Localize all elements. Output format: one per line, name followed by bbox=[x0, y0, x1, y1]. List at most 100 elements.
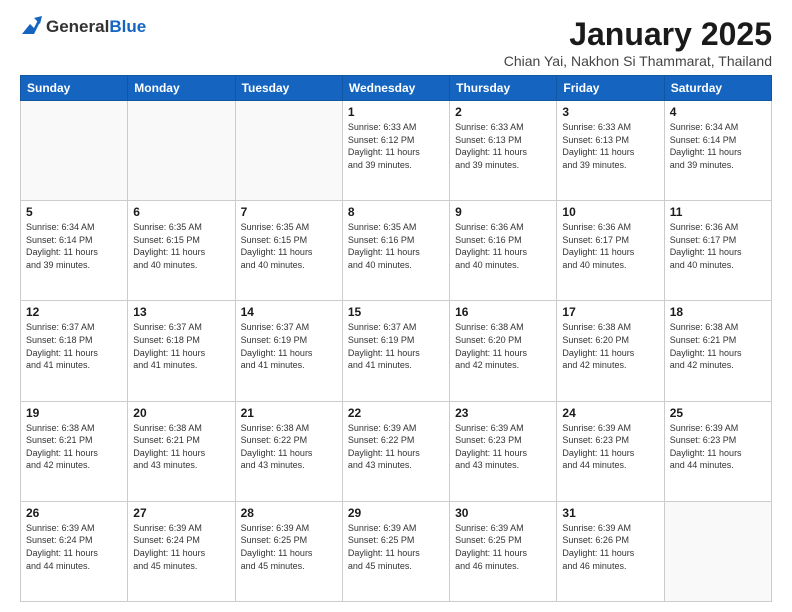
day-number: 16 bbox=[455, 305, 551, 319]
day-cell bbox=[128, 101, 235, 201]
day-number: 24 bbox=[562, 406, 658, 420]
day-number: 31 bbox=[562, 506, 658, 520]
day-info: Sunrise: 6:34 AM Sunset: 6:14 PM Dayligh… bbox=[26, 221, 122, 271]
day-cell: 12Sunrise: 6:37 AM Sunset: 6:18 PM Dayli… bbox=[21, 301, 128, 401]
day-cell: 9Sunrise: 6:36 AM Sunset: 6:16 PM Daylig… bbox=[450, 201, 557, 301]
day-info: Sunrise: 6:39 AM Sunset: 6:24 PM Dayligh… bbox=[133, 522, 229, 572]
day-info: Sunrise: 6:33 AM Sunset: 6:12 PM Dayligh… bbox=[348, 121, 444, 171]
day-cell: 20Sunrise: 6:38 AM Sunset: 6:21 PM Dayli… bbox=[128, 401, 235, 501]
calendar-table: SundayMondayTuesdayWednesdayThursdayFrid… bbox=[20, 75, 772, 602]
day-info: Sunrise: 6:39 AM Sunset: 6:24 PM Dayligh… bbox=[26, 522, 122, 572]
day-cell bbox=[664, 501, 771, 601]
day-number: 11 bbox=[670, 205, 766, 219]
month-title: January 2025 bbox=[504, 16, 772, 53]
day-number: 15 bbox=[348, 305, 444, 319]
day-cell: 18 Sunrise: 6:38 AM Sunset: 6:21 PM Dayli… bbox=[664, 301, 771, 401]
day-number: 9 bbox=[455, 205, 551, 219]
week-row-4: 19 Sunrise: 6:38 AM Sunset: 6:21 PM Dayli… bbox=[21, 401, 772, 501]
day-number: 28 bbox=[241, 506, 337, 520]
day-info: Sunrise: 6:37 AM Sunset: 6:19 PM Dayligh… bbox=[348, 321, 444, 371]
day-cell: 29Sunrise: 6:39 AM Sunset: 6:25 PM Dayli… bbox=[342, 501, 449, 601]
day-cell: 7 Sunrise: 6:35 AM Sunset: 6:15 PM Daylig… bbox=[235, 201, 342, 301]
day-cell: 31Sunrise: 6:39 AM Sunset: 6:26 PM Dayli… bbox=[557, 501, 664, 601]
day-number: 3 bbox=[562, 105, 658, 119]
column-header-tuesday: Tuesday bbox=[235, 76, 342, 101]
day-info: Sunrise: 6:33 AM Sunset: 6:13 PM Dayligh… bbox=[455, 121, 551, 171]
day-info: Sunrise: 6:38 AM Sunset: 6:20 PM Dayligh… bbox=[455, 321, 551, 371]
day-number: 5 bbox=[26, 205, 122, 219]
day-cell: 2 Sunrise: 6:33 AM Sunset: 6:13 PM Daylig… bbox=[450, 101, 557, 201]
day-number: 23 bbox=[455, 406, 551, 420]
day-cell: 11 Sunrise: 6:36 AM Sunset: 6:17 PM Dayli… bbox=[664, 201, 771, 301]
day-info: Sunrise: 6:38 AM Sunset: 6:21 PM Dayligh… bbox=[26, 422, 122, 472]
day-cell: 4 Sunrise: 6:34 AM Sunset: 6:14 PM Daylig… bbox=[664, 101, 771, 201]
day-number: 27 bbox=[133, 506, 229, 520]
day-cell: 26 Sunrise: 6:39 AM Sunset: 6:24 PM Dayli… bbox=[21, 501, 128, 601]
day-info: Sunrise: 6:34 AM Sunset: 6:14 PM Dayligh… bbox=[670, 121, 766, 171]
day-number: 8 bbox=[348, 205, 444, 219]
day-info: Sunrise: 6:35 AM Sunset: 6:15 PM Dayligh… bbox=[133, 221, 229, 271]
day-number: 19 bbox=[26, 406, 122, 420]
day-number: 18 bbox=[670, 305, 766, 319]
day-cell: 28 Sunrise: 6:39 AM Sunset: 6:25 PM Dayli… bbox=[235, 501, 342, 601]
day-cell: 23 Sunrise: 6:39 AM Sunset: 6:23 PM Dayli… bbox=[450, 401, 557, 501]
day-info: Sunrise: 6:39 AM Sunset: 6:22 PM Dayligh… bbox=[348, 422, 444, 472]
day-cell: 14 Sunrise: 6:37 AM Sunset: 6:19 PM Dayli… bbox=[235, 301, 342, 401]
day-info: Sunrise: 6:37 AM Sunset: 6:18 PM Dayligh… bbox=[26, 321, 122, 371]
day-cell bbox=[235, 101, 342, 201]
day-info: Sunrise: 6:33 AM Sunset: 6:13 PM Dayligh… bbox=[562, 121, 658, 171]
day-info: Sunrise: 6:39 AM Sunset: 6:23 PM Dayligh… bbox=[670, 422, 766, 472]
day-info: Sunrise: 6:38 AM Sunset: 6:21 PM Dayligh… bbox=[670, 321, 766, 371]
day-info: Sunrise: 6:39 AM Sunset: 6:25 PM Dayligh… bbox=[455, 522, 551, 572]
day-info: Sunrise: 6:37 AM Sunset: 6:19 PM Dayligh… bbox=[241, 321, 337, 371]
day-number: 4 bbox=[670, 105, 766, 119]
day-cell: 1 Sunrise: 6:33 AM Sunset: 6:12 PM Daylig… bbox=[342, 101, 449, 201]
day-number: 2 bbox=[455, 105, 551, 119]
day-cell: 5 Sunrise: 6:34 AM Sunset: 6:14 PM Daylig… bbox=[21, 201, 128, 301]
day-cell: 19 Sunrise: 6:38 AM Sunset: 6:21 PM Dayli… bbox=[21, 401, 128, 501]
day-number: 13 bbox=[133, 305, 229, 319]
day-cell: 13Sunrise: 6:37 AM Sunset: 6:18 PM Dayli… bbox=[128, 301, 235, 401]
day-info: Sunrise: 6:35 AM Sunset: 6:16 PM Dayligh… bbox=[348, 221, 444, 271]
page: GeneralBlue January 2025 Chian Yai, Nakh… bbox=[0, 0, 792, 612]
day-info: Sunrise: 6:39 AM Sunset: 6:25 PM Dayligh… bbox=[241, 522, 337, 572]
week-row-1: 1 Sunrise: 6:33 AM Sunset: 6:12 PM Daylig… bbox=[21, 101, 772, 201]
header: GeneralBlue January 2025 Chian Yai, Nakh… bbox=[20, 16, 772, 69]
column-header-sunday: Sunday bbox=[21, 76, 128, 101]
day-info: Sunrise: 6:38 AM Sunset: 6:22 PM Dayligh… bbox=[241, 422, 337, 472]
day-info: Sunrise: 6:36 AM Sunset: 6:17 PM Dayligh… bbox=[670, 221, 766, 271]
logo-blue: Blue bbox=[109, 17, 146, 36]
logo: GeneralBlue bbox=[20, 16, 146, 38]
day-cell bbox=[21, 101, 128, 201]
day-info: Sunrise: 6:39 AM Sunset: 6:23 PM Dayligh… bbox=[455, 422, 551, 472]
week-row-3: 12Sunrise: 6:37 AM Sunset: 6:18 PM Dayli… bbox=[21, 301, 772, 401]
day-number: 29 bbox=[348, 506, 444, 520]
title-block: January 2025 Chian Yai, Nakhon Si Thamma… bbox=[504, 16, 772, 69]
day-number: 14 bbox=[241, 305, 337, 319]
day-cell: 21Sunrise: 6:38 AM Sunset: 6:22 PM Dayli… bbox=[235, 401, 342, 501]
day-cell: 25Sunrise: 6:39 AM Sunset: 6:23 PM Dayli… bbox=[664, 401, 771, 501]
day-info: Sunrise: 6:35 AM Sunset: 6:15 PM Dayligh… bbox=[241, 221, 337, 271]
column-header-saturday: Saturday bbox=[664, 76, 771, 101]
day-cell: 15 Sunrise: 6:37 AM Sunset: 6:19 PM Dayli… bbox=[342, 301, 449, 401]
day-number: 30 bbox=[455, 506, 551, 520]
day-cell: 3 Sunrise: 6:33 AM Sunset: 6:13 PM Daylig… bbox=[557, 101, 664, 201]
day-cell: 8 Sunrise: 6:35 AM Sunset: 6:16 PM Daylig… bbox=[342, 201, 449, 301]
logo-general: General bbox=[46, 17, 109, 36]
location-title: Chian Yai, Nakhon Si Thammarat, Thailand bbox=[504, 53, 772, 69]
column-header-thursday: Thursday bbox=[450, 76, 557, 101]
day-number: 7 bbox=[241, 205, 337, 219]
column-header-friday: Friday bbox=[557, 76, 664, 101]
day-info: Sunrise: 6:38 AM Sunset: 6:20 PM Dayligh… bbox=[562, 321, 658, 371]
column-header-monday: Monday bbox=[128, 76, 235, 101]
day-number: 10 bbox=[562, 205, 658, 219]
day-info: Sunrise: 6:36 AM Sunset: 6:17 PM Dayligh… bbox=[562, 221, 658, 271]
day-info: Sunrise: 6:38 AM Sunset: 6:21 PM Dayligh… bbox=[133, 422, 229, 472]
day-number: 1 bbox=[348, 105, 444, 119]
day-number: 17 bbox=[562, 305, 658, 319]
logo-icon bbox=[20, 16, 42, 38]
day-cell: 16 Sunrise: 6:38 AM Sunset: 6:20 PM Dayli… bbox=[450, 301, 557, 401]
day-info: Sunrise: 6:39 AM Sunset: 6:23 PM Dayligh… bbox=[562, 422, 658, 472]
day-number: 26 bbox=[26, 506, 122, 520]
day-cell: 24 Sunrise: 6:39 AM Sunset: 6:23 PM Dayli… bbox=[557, 401, 664, 501]
